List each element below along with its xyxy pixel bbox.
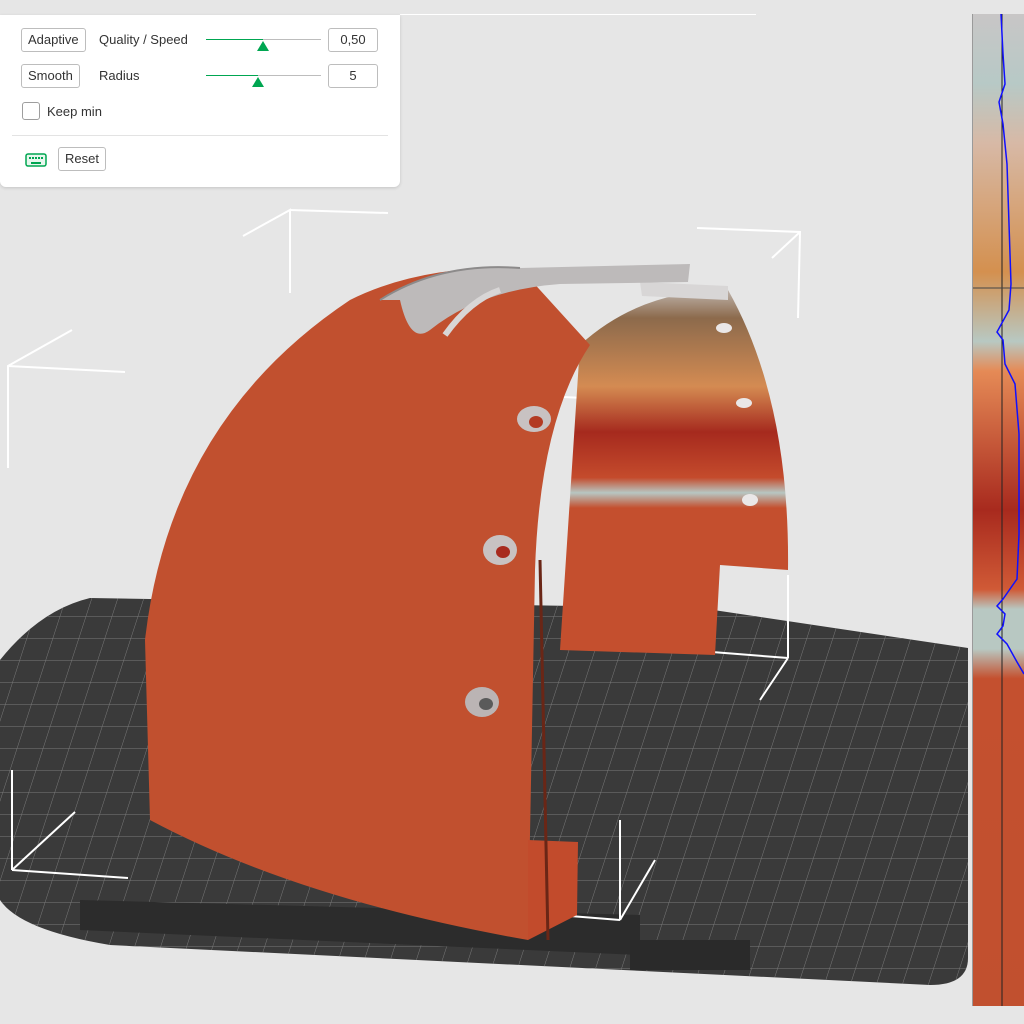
- panel-separator: [12, 135, 388, 136]
- quality-speed-slider-fill: [206, 39, 263, 40]
- variable-layer-height-panel: Adaptive Quality / Speed 0,50 Smooth Rad…: [0, 15, 400, 187]
- quality-speed-label: Quality / Speed: [99, 32, 188, 47]
- radius-label: Radius: [99, 68, 140, 83]
- layer-height-profile-svg: [973, 13, 1024, 1006]
- quality-speed-slider-thumb[interactable]: [257, 41, 269, 51]
- radius-input[interactable]: 5: [328, 64, 378, 88]
- keep-min-label: Keep min: [47, 104, 102, 119]
- reset-button[interactable]: Reset: [58, 147, 106, 171]
- smooth-button[interactable]: Smooth: [21, 64, 80, 88]
- quality-speed-slider[interactable]: [206, 39, 321, 40]
- keyboard-icon[interactable]: [25, 152, 47, 168]
- viewport-top-line: [400, 14, 756, 15]
- model-inner-surface: [560, 282, 789, 655]
- radius-slider-thumb[interactable]: [252, 77, 264, 87]
- layer-height-profile[interactable]: [972, 13, 1024, 1006]
- radius-slider-fill: [206, 75, 258, 76]
- radius-slider[interactable]: [206, 75, 321, 76]
- adaptive-button[interactable]: Adaptive: [21, 28, 86, 52]
- keep-min-checkbox[interactable]: [22, 102, 40, 120]
- quality-speed-input[interactable]: 0,50: [328, 28, 378, 52]
